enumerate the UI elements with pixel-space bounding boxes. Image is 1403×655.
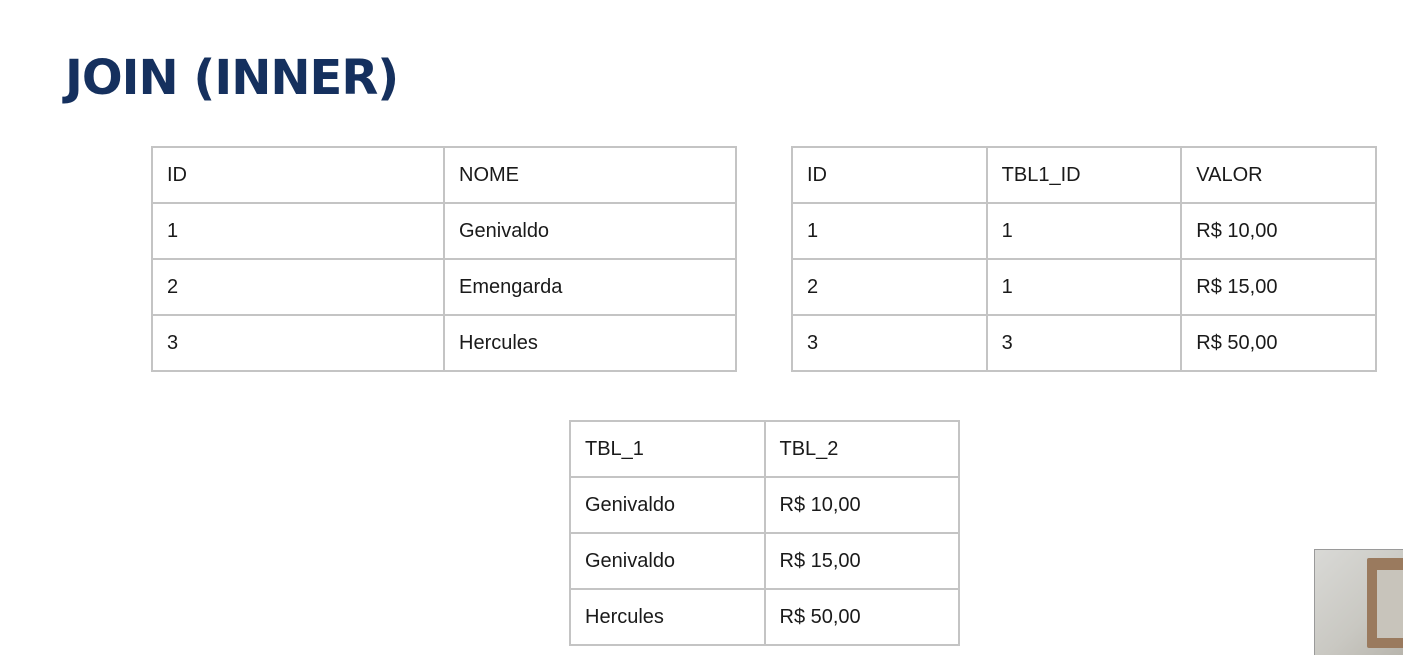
table-cell: Hercules <box>569 588 766 646</box>
column-header-id: ID <box>791 146 988 204</box>
table-cell: R$ 15,00 <box>1180 258 1377 316</box>
table-row: 2 Emengarda <box>151 258 737 316</box>
table-row: 1 1 R$ 10,00 <box>791 202 1377 260</box>
table-row: 2 1 R$ 15,00 <box>791 258 1377 316</box>
table-cell: 3 <box>151 314 445 372</box>
slide-title: JOIN (INNER) <box>65 50 399 106</box>
table-cell: 2 <box>791 258 988 316</box>
table-cell: 1 <box>985 258 1183 316</box>
column-header-tbl1-id: TBL1_ID <box>985 146 1183 204</box>
table-tbl1: ID NOME 1 Genivaldo 2 Emengarda 3 Hercul… <box>151 146 737 372</box>
table-cell: 1 <box>791 202 988 260</box>
column-header-nome: NOME <box>443 146 737 204</box>
table-cell: 1 <box>151 202 445 260</box>
table-cell: Hercules <box>443 314 737 372</box>
table-row: Hercules R$ 50,00 <box>569 588 960 646</box>
table-cell: Emengarda <box>443 258 737 316</box>
webcam-thumbnail <box>1314 549 1403 655</box>
table-row: 3 3 R$ 50,00 <box>791 314 1377 372</box>
table-cell: R$ 10,00 <box>1180 202 1377 260</box>
table-cell: Genivaldo <box>443 202 737 260</box>
table-cell: R$ 15,00 <box>763 532 960 590</box>
table-header-row: ID NOME <box>151 146 737 204</box>
column-header-id: ID <box>151 146 445 204</box>
door-panel-image <box>1377 570 1403 638</box>
table-cell: R$ 50,00 <box>1180 314 1377 372</box>
table-cell: R$ 50,00 <box>763 588 960 646</box>
table-cell: 3 <box>791 314 988 372</box>
table-cell: 3 <box>985 314 1183 372</box>
table-tbl2: ID TBL1_ID VALOR 1 1 R$ 10,00 2 1 R$ 15,… <box>791 146 1377 372</box>
table-row: 1 Genivaldo <box>151 202 737 260</box>
table-header-row: TBL_1 TBL_2 <box>569 420 960 478</box>
table-header-row: ID TBL1_ID VALOR <box>791 146 1377 204</box>
column-header-tbl-1: TBL_1 <box>569 420 766 478</box>
table-cell: Genivaldo <box>569 476 766 534</box>
table-row: 3 Hercules <box>151 314 737 372</box>
column-header-valor: VALOR <box>1180 146 1377 204</box>
table-join-result: TBL_1 TBL_2 Genivaldo R$ 10,00 Genivaldo… <box>569 420 960 646</box>
table-row: Genivaldo R$ 10,00 <box>569 476 960 534</box>
column-header-tbl-2: TBL_2 <box>763 420 960 478</box>
table-row: Genivaldo R$ 15,00 <box>569 532 960 590</box>
table-cell: 1 <box>985 202 1183 260</box>
table-cell: 2 <box>151 258 445 316</box>
table-cell: Genivaldo <box>569 532 766 590</box>
table-cell: R$ 10,00 <box>763 476 960 534</box>
